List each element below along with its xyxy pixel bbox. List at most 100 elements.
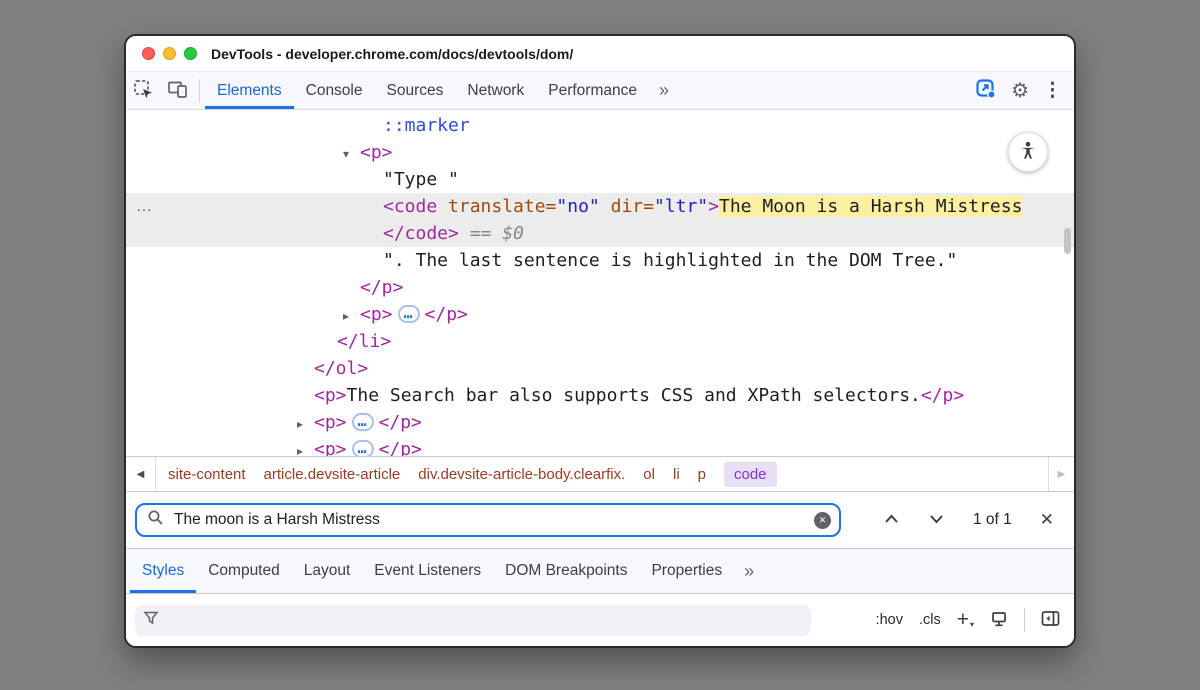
accessibility-person-icon: [1018, 140, 1038, 164]
close-search-button[interactable]: ✕: [1040, 510, 1054, 530]
new-style-rule-button[interactable]: + ▾: [957, 611, 974, 629]
dom-token-pseudo: ::marker: [383, 115, 470, 136]
sidebar-tab-styles[interactable]: Styles: [130, 549, 196, 593]
dom-token-tag: </p>: [379, 439, 422, 456]
dom-row-ellipsis[interactable]: …: [136, 193, 154, 220]
toolbar-right-controls: ⚙ ⋮: [971, 72, 1074, 109]
tab-elements[interactable]: Elements: [205, 72, 294, 109]
dom-tree-row[interactable]: </code> == $0: [126, 220, 1074, 247]
more-sidebar-tabs-button[interactable]: »: [734, 549, 764, 593]
dom-tree-row[interactable]: ▸<p>…</p>: [126, 301, 1074, 328]
toggle-element-classes-button[interactable]: .cls: [919, 612, 941, 628]
crumb-p[interactable]: p: [698, 466, 706, 483]
toggle-element-state-button[interactable]: :hov: [876, 612, 903, 628]
previous-match-button[interactable]: [883, 512, 900, 529]
crumb-li[interactable]: li: [673, 466, 680, 483]
chevron-left-icon: ◀: [137, 469, 145, 480]
expand-arrow-icon[interactable]: ▸: [297, 438, 314, 456]
dom-tree-row[interactable]: ▸<p> … </p>: [126, 409, 1074, 436]
chevron-right-icon: ▶: [1058, 469, 1066, 480]
accessibility-button[interactable]: [1008, 132, 1048, 172]
inspect-element-button[interactable]: [126, 72, 160, 109]
dom-tree-row[interactable]: ::marker: [126, 112, 1074, 139]
toggle-sidebar-button[interactable]: [1041, 610, 1060, 630]
tab-console[interactable]: Console: [294, 72, 375, 109]
dom-token-attr: dir=: [600, 196, 654, 217]
dom-tree: ::marker▾<p>"Type "…<code translate="no"…: [126, 110, 1074, 456]
match-count: 1 of 1: [973, 511, 1012, 529]
sidebar-tab-properties[interactable]: Properties: [639, 549, 734, 593]
collapse-arrow-icon[interactable]: ▾: [343, 141, 360, 168]
scrollbar-thumb[interactable]: [1064, 228, 1071, 254]
search-icon: [147, 509, 164, 531]
tab-performance[interactable]: Performance: [536, 72, 649, 109]
dom-tree-row[interactable]: ▸<p>…</p>: [126, 436, 1074, 456]
dom-token-tag: >: [708, 196, 719, 217]
collapsed-content-badge[interactable]: …: [352, 440, 374, 456]
dom-token-plain: ". The last sentence is highlighted in t…: [383, 250, 957, 271]
crumb-site-content[interactable]: site-content: [168, 466, 246, 483]
dom-token-tag: </li>: [337, 331, 391, 352]
dom-tree-row[interactable]: </p>: [126, 274, 1074, 301]
settings-button[interactable]: ⚙: [1007, 78, 1033, 103]
sidebar-tab-dom-breakpoints[interactable]: DOM Breakpoints: [493, 549, 639, 593]
search-input[interactable]: [172, 510, 814, 530]
dom-token-tag: </code>: [383, 223, 459, 244]
arrow-square-icon: [975, 88, 997, 103]
expand-arrow-icon[interactable]: ▸: [297, 411, 314, 438]
dom-tree-panel[interactable]: ::marker▾<p>"Type "…<code translate="no"…: [126, 110, 1074, 456]
devtools-toolbar: ElementsConsoleSourcesNetworkPerformance…: [126, 72, 1074, 110]
rendering-emulation-button[interactable]: [990, 610, 1008, 631]
dom-tree-row[interactable]: <p>The Search bar also supports CSS and …: [126, 382, 1074, 409]
more-panels-button[interactable]: »: [649, 72, 679, 109]
dom-tree-row[interactable]: </ol>: [126, 355, 1074, 382]
clear-search-button[interactable]: ✕: [814, 512, 831, 529]
breadcrumb-bar: ◀ site-content article.devsite-article div…: [126, 456, 1074, 492]
close-icon: ✕: [1040, 510, 1054, 530]
kebab-menu-icon: ⋮: [1043, 80, 1062, 101]
zoom-window-button[interactable]: [184, 47, 197, 60]
styles-pane-toolbar: :hov .cls + ▾: [126, 594, 1074, 646]
sidebar-tab-event-listeners[interactable]: Event Listeners: [362, 549, 493, 593]
crumb-ol[interactable]: ol: [643, 466, 655, 483]
breadcrumb-scroll-left-button[interactable]: ◀: [126, 457, 156, 491]
expand-arrow-icon[interactable]: ▸: [343, 303, 360, 330]
devtools-menu-button[interactable]: ⋮: [1039, 79, 1066, 102]
tab-network[interactable]: Network: [455, 72, 536, 109]
dom-token-tag: </p>: [379, 412, 422, 433]
search-bar: ✕ 1 of 1 ✕: [126, 492, 1074, 549]
crumb-div-devsite-article-body-clearfix[interactable]: div.devsite-article-body.clearfix.: [418, 466, 625, 483]
dom-tree-row[interactable]: ▾<p>: [126, 139, 1074, 166]
arrow-square-button[interactable]: [971, 78, 1001, 103]
search-box[interactable]: ✕: [135, 503, 841, 537]
chevron-up-icon: [883, 512, 900, 529]
minimize-window-button[interactable]: [163, 47, 176, 60]
dom-tree-row[interactable]: </li>: [126, 328, 1074, 355]
dom-token-meta: == $0: [459, 223, 524, 244]
sidebar-tab-computed[interactable]: Computed: [196, 549, 292, 593]
crumb-article-devsite-article[interactable]: article.devsite-article: [264, 466, 401, 483]
dom-token-plain: The Search bar also supports CSS and XPa…: [347, 385, 921, 406]
breadcrumb-scroll-right-button[interactable]: ▶: [1048, 457, 1074, 491]
device-toolbar-button[interactable]: [160, 72, 194, 109]
plug-icon: [990, 610, 1008, 631]
collapsed-content-badge[interactable]: …: [352, 413, 374, 431]
dom-tree-row[interactable]: …<code translate="no" dir="ltr">The Moon…: [126, 193, 1074, 220]
styles-filter-box[interactable]: [135, 605, 811, 636]
styles-toolbar-controls: :hov .cls + ▾: [876, 608, 1060, 632]
sidebar-tab-layout[interactable]: Layout: [292, 549, 363, 593]
tab-sources[interactable]: Sources: [375, 72, 456, 109]
next-match-button[interactable]: [928, 512, 945, 529]
crumb-code[interactable]: code: [724, 462, 777, 487]
dom-tree-row[interactable]: ". The last sentence is highlighted in t…: [126, 247, 1074, 274]
plus-icon: +: [957, 611, 969, 629]
dom-tree-row[interactable]: "Type ": [126, 166, 1074, 193]
dom-token-attr: translate=: [437, 196, 556, 217]
dom-token-tag: <p>: [314, 412, 347, 433]
dom-token-hl: The Moon is a Harsh Mistress: [719, 196, 1022, 217]
search-controls: 1 of 1 ✕: [883, 510, 1074, 530]
styles-filter-input[interactable]: [165, 611, 803, 629]
filter-funnel-icon: [143, 610, 159, 631]
close-window-button[interactable]: [142, 47, 155, 60]
collapsed-content-badge[interactable]: …: [398, 305, 420, 323]
